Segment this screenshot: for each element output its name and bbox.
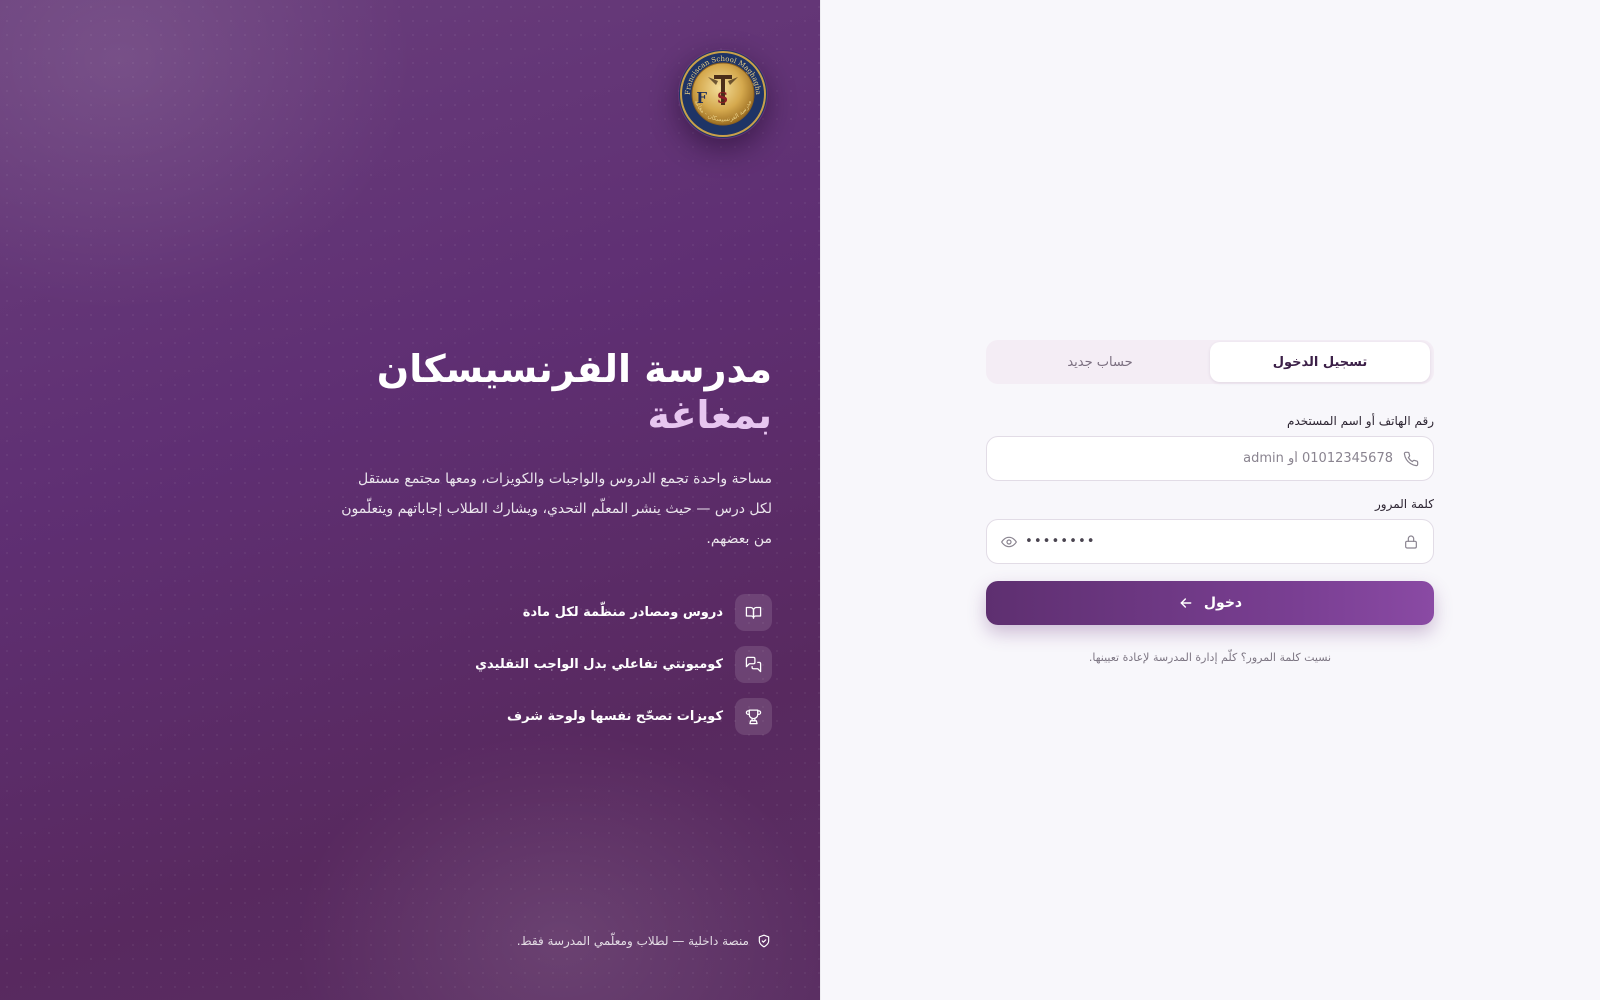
- tab-register[interactable]: حساب جديد: [990, 342, 1210, 382]
- password-field-box: ••••••••: [986, 519, 1434, 564]
- feature-list: دروس ومصادر منظّمة لكل مادة كوميونتي تفا…: [352, 593, 772, 749]
- school-logo: F S Franciscan School Maghagha مدرسة الف…: [678, 49, 768, 139]
- school-title: مدرسة الفرنسيسكان: [376, 347, 772, 391]
- username-input[interactable]: [1001, 451, 1403, 466]
- forgot-password-note: نسيت كلمة المرور؟ كلّم إدارة المدرسة لإع…: [1088, 651, 1332, 664]
- username-label: رقم الهاتف أو اسم المستخدم: [1287, 414, 1434, 428]
- footer-note-text: منصة داخلية — لطلاب ومعلّمي المدرسة فقط.: [516, 934, 749, 948]
- hero-section: مدرسة الفرنسيسكان بمغاغة مساحة واحدة تجم…: [332, 346, 772, 554]
- footer-note: منصة داخلية — لطلاب ومعلّمي المدرسة فقط.: [517, 934, 771, 948]
- shield-check-icon: [757, 934, 771, 948]
- password-label: كلمة المرور: [1374, 497, 1434, 511]
- svg-text:S: S: [717, 89, 728, 107]
- arrow-left-icon: [1178, 595, 1194, 611]
- lock-icon: [1403, 534, 1419, 550]
- book-icon: [735, 593, 772, 631]
- feature-label: كوميونتي تفاعلي بدل الواجب التقليدي: [475, 656, 723, 672]
- feature-label: دروس ومصادر منظّمة لكل مادة: [522, 604, 723, 620]
- feature-item: دروس ومصادر منظّمة لكل مادة: [352, 593, 772, 631]
- eye-icon[interactable]: [1001, 534, 1017, 550]
- tab-login[interactable]: تسجيل الدخول: [1210, 342, 1430, 382]
- school-description: مساحة واحدة تجمع الدروس والواجبات والكوي…: [341, 471, 772, 547]
- password-input[interactable]: ••••••••: [1017, 534, 1403, 549]
- panel-divider: [820, 0, 821, 1000]
- school-subtitle: بمغاغة: [647, 393, 772, 437]
- phone-icon: [1403, 451, 1419, 467]
- username-field-box: [986, 436, 1434, 481]
- feature-label: كويزات تصحّح نفسها ولوحة شرف: [507, 708, 723, 724]
- auth-form: تسجيل الدخول حساب جديد رقم الهاتف أو اسم…: [986, 340, 1434, 664]
- trophy-icon: [735, 697, 772, 735]
- chat-icon: [735, 645, 772, 683]
- auth-tabs: تسجيل الدخول حساب جديد: [986, 340, 1434, 384]
- feature-item: كويزات تصحّح نفسها ولوحة شرف: [352, 697, 772, 735]
- login-button[interactable]: دخول: [986, 581, 1434, 625]
- feature-item: كوميونتي تفاعلي بدل الواجب التقليدي: [352, 645, 772, 683]
- login-button-label: دخول: [1203, 595, 1243, 611]
- brand-panel: F S Franciscan School Maghagha مدرسة الف…: [0, 0, 820, 1000]
